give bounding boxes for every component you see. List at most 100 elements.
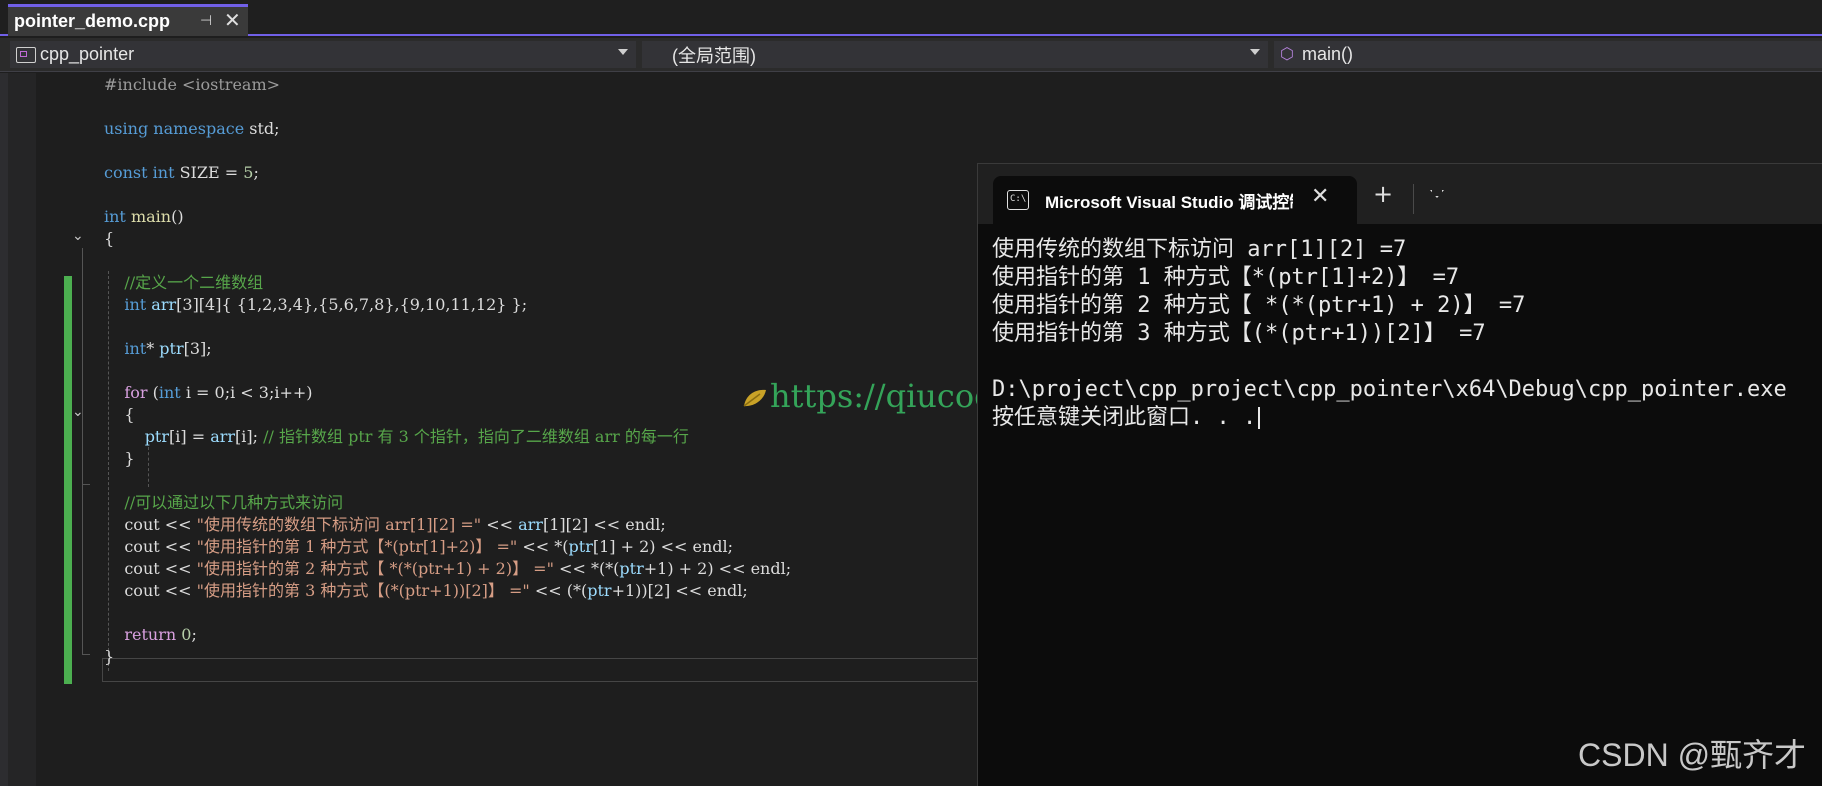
code-token: int [158, 383, 181, 402]
code-token: () [171, 207, 184, 226]
indent-guide [148, 447, 149, 487]
code-token: //定义一个二维数组 [124, 273, 264, 292]
terminal-icon: C:\ [1007, 190, 1029, 210]
pin-icon[interactable]: ⊣ [200, 13, 212, 29]
code-token: arr [210, 427, 236, 446]
code-token: [1][2] << endl; [542, 515, 666, 534]
code-line[interactable]: { [104, 403, 135, 427]
code-line[interactable]: const int SIZE = 5; [104, 161, 259, 185]
code-line[interactable]: { [104, 227, 114, 251]
console-tab[interactable]: C:\ Microsoft Visual Studio 调试控制台 ✕ [993, 176, 1357, 224]
editor-left-edge [0, 73, 8, 786]
code-token: return [124, 625, 177, 644]
code-line[interactable]: using namespace std; [104, 117, 280, 141]
code-line[interactable]: cout << "使用传统的数组下标访问 arr[1][2] =" << arr… [104, 513, 666, 537]
code-token: << [481, 515, 519, 534]
project-dropdown[interactable]: cpp_pointer [10, 41, 636, 68]
code-token: arr [518, 515, 543, 534]
project-dropdown-label: cpp_pointer [40, 44, 135, 64]
code-token: +1))[2] << endl; [611, 581, 748, 600]
new-tab-button[interactable]: + [1373, 180, 1393, 208]
member-dropdown-label: main() [1302, 44, 1354, 64]
code-token: int [152, 163, 175, 182]
scope-line-foot [82, 484, 90, 485]
project-icon [16, 46, 36, 63]
code-token: "使用指针的第 3 种方式【(*(ptr+1))[2]】 =" [196, 581, 530, 600]
leaf-icon [743, 389, 766, 407]
code-token: SIZE = [174, 163, 244, 182]
document-tab-strip: pointer_demo.cpp ⊣ ✕ [0, 0, 1822, 36]
code-token: const [104, 163, 148, 182]
scope-line-for [82, 424, 83, 484]
code-line[interactable]: #include <iostream> [104, 73, 280, 97]
chevron-down-icon[interactable] [1430, 190, 1444, 198]
code-token: ptr [587, 581, 612, 600]
change-tracking-bar [64, 276, 72, 684]
scope-dropdown[interactable]: (全局范围) [642, 41, 1268, 68]
console-output-line: D:\project\cpp_project\cpp_pointer\x64\D… [992, 377, 1787, 402]
chevron-down-icon [618, 49, 628, 55]
code-token: "使用传统的数组下标访问 arr[1][2] =" [196, 515, 482, 534]
scope-dropdown-label: (全局范围) [672, 45, 756, 66]
code-line[interactable]: cout << "使用指针的第 1 种方式【*(ptr[1]+2)】 =" <<… [104, 535, 733, 559]
code-token: cout << [104, 559, 197, 578]
fold-toggle-for[interactable]: ⌄ [72, 404, 88, 420]
member-dropdown[interactable]: ⬡ main() [1274, 41, 1822, 68]
code-token: << *( [517, 537, 569, 556]
code-token: ptr [159, 339, 184, 358]
code-line[interactable]: //定义一个二维数组 [104, 271, 263, 295]
console-prompt-line: 按任意键关闭此窗口. . . [992, 404, 1822, 432]
console-output-line: 使用指针的第 3 种方式【(*(ptr+1))[2]】 =7 [992, 321, 1486, 346]
code-token: +1) + 2) << endl; [643, 559, 792, 578]
code-line[interactable]: return 0; [104, 623, 196, 647]
code-line[interactable]: int main() [104, 205, 184, 229]
code-line[interactable]: ptr[i] = arr[i]; // 指针数组 ptr 有 3 个指针，指向了… [104, 425, 689, 449]
code-token: #include <iostream> [104, 75, 281, 94]
code-token: } [104, 647, 115, 666]
console-output-line: 使用传统的数组下标访问 arr[1][2] =7 [992, 237, 1407, 262]
code-token: * [146, 339, 160, 358]
code-line[interactable]: int* ptr[3]; [104, 337, 212, 361]
code-token: // 指针数组 ptr 有 3 个指针，指向了二维数组 arr 的每一行 [263, 427, 689, 446]
scope-line-foot [82, 654, 90, 655]
code-token: namespace [153, 119, 245, 138]
code-line[interactable]: //可以通过以下几种方式来访问 [104, 491, 343, 515]
code-line[interactable]: } [104, 447, 134, 471]
author-credit: CSDN @甄齐才 [1578, 737, 1807, 773]
code-token: ptr [619, 559, 644, 578]
code-token: 0 [181, 625, 192, 644]
code-token: ptr [144, 427, 170, 446]
code-line[interactable]: } [104, 645, 114, 669]
current-line-highlight [102, 658, 1002, 682]
code-token: { [104, 405, 135, 424]
code-line[interactable]: cout << "使用指针的第 3 种方式【(*(ptr+1))[2]】 =" … [104, 579, 748, 603]
fold-toggle-main[interactable]: ⌄ [72, 228, 88, 244]
code-token: [i] = [169, 427, 211, 446]
document-tab[interactable]: pointer_demo.cpp ⊣ ✕ [8, 4, 248, 36]
console-prompt-text: 按任意键关闭此窗口. . . [992, 405, 1257, 430]
close-icon[interactable]: ✕ [224, 8, 241, 32]
debug-console-window[interactable]: C:\ Microsoft Visual Studio 调试控制台 ✕ + 使用… [977, 163, 1822, 786]
code-token: i = 0;i < 3;i++) [180, 383, 313, 402]
code-token: [3]; [183, 339, 212, 358]
code-token: "使用指针的第 2 种方式【 *(*(ptr+1) + 2)】 =" [196, 559, 554, 578]
code-line[interactable]: int arr[3][4]{ {1,2,3,4},{5,6,7,8},{9,10… [104, 293, 527, 317]
console-output-line: 使用指针的第 2 种方式【 *(*(ptr+1) + 2)】 =7 [992, 293, 1526, 318]
document-tab-title: pointer_demo.cpp [14, 11, 171, 31]
code-line[interactable]: cout << "使用指针的第 2 种方式【 *(*(ptr+1) + 2)】 … [104, 557, 791, 581]
code-token: arr [151, 295, 177, 314]
code-token: int [124, 339, 147, 358]
code-token: std; [244, 119, 280, 138]
code-token: ; [253, 163, 259, 182]
code-line[interactable]: for (int i = 0;i < 3;i++) [104, 381, 313, 405]
code-token: { [104, 229, 115, 248]
code-token: 5 [243, 163, 254, 182]
navigation-bar: cpp_pointer (全局范围) ⬡ main() [0, 38, 1822, 72]
code-token: [i]; [235, 427, 264, 446]
close-icon[interactable]: ✕ [1311, 184, 1329, 209]
